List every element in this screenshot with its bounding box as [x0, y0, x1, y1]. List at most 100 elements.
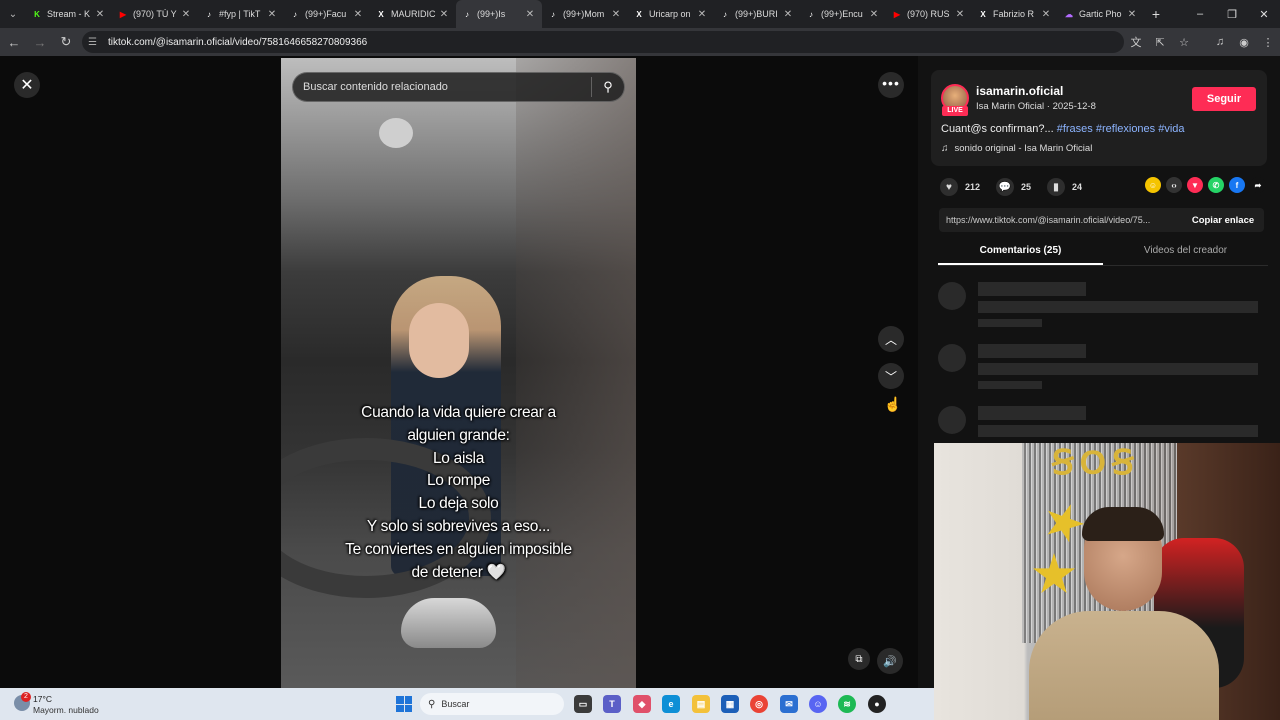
weather-widget[interactable]: 2 17°C Mayorm. nublado	[14, 692, 124, 716]
browser-tab[interactable]: ♪ (99+)BURI ✕	[714, 0, 800, 28]
restore-icon[interactable]: ❐	[1216, 0, 1248, 28]
close-tab-icon[interactable]: ✕	[696, 9, 708, 20]
comment-icon: 💬	[996, 178, 1015, 196]
reload-icon[interactable]: ↻	[54, 30, 78, 54]
hashtag-link[interactable]: #reflexiones	[1096, 123, 1155, 135]
close-tab-icon[interactable]: ✕	[1040, 9, 1052, 20]
related-search-input[interactable]	[303, 81, 591, 93]
close-tab-icon[interactable]: ✕	[782, 9, 794, 20]
site-info-icon[interactable]: ☰	[88, 37, 102, 48]
tab-label: (99+)Mom	[563, 9, 605, 19]
save-button[interactable]: ▮ 24	[1047, 178, 1082, 196]
close-tab-icon[interactable]: ✕	[180, 9, 192, 20]
browser-tab[interactable]: ▶ (970) TÚ Y ✕	[112, 0, 198, 28]
profile-icon[interactable]: ◉	[1232, 36, 1256, 49]
windows-start-icon[interactable]	[396, 696, 412, 712]
creator-card: LIVE isamarin.oficial Isa Marin Oficial …	[931, 70, 1267, 166]
browser-menu-icon[interactable]: ⋮	[1256, 36, 1280, 49]
gartic-icon: ☁	[1065, 9, 1073, 19]
follow-button[interactable]: Seguir	[1192, 87, 1256, 111]
tab-creator-videos[interactable]: Videos del creador	[1103, 244, 1268, 265]
video-player[interactable]: Cuando la vida quiere crear a alguien gr…	[281, 58, 636, 688]
creator-username[interactable]: isamarin.oficial	[976, 84, 1063, 98]
copy-link-button[interactable]: Copiar enlace	[1182, 215, 1264, 226]
tab-comments[interactable]: Comentarios (25)	[938, 244, 1103, 265]
live-badge: LIVE	[942, 106, 968, 116]
copy-link-row: https://www.tiktok.com/@isamarin.oficial…	[939, 208, 1264, 232]
close-tab-icon[interactable]: ✕	[94, 9, 106, 20]
next-video-button[interactable]: ﹀	[878, 363, 904, 389]
friends-share-icon[interactable]: ☺	[1145, 177, 1161, 193]
facebook-icon[interactable]: f	[1229, 177, 1245, 193]
browser-tab[interactable]: ☁ Gartic Pho ✕	[1058, 0, 1144, 28]
store-icon[interactable]: ▦	[721, 695, 739, 713]
share-arrow-icon[interactable]: ➦	[1250, 177, 1266, 193]
new-tab-button[interactable]: +	[1144, 6, 1168, 22]
chrome-icon[interactable]: ◎	[750, 695, 768, 713]
tab-label: Fabrizio R	[993, 9, 1035, 19]
translate-icon[interactable]: 文	[1124, 34, 1148, 50]
hashtag-link[interactable]: #vida	[1158, 123, 1184, 135]
browser-tab[interactable]: ♪ (99+)Is ✕	[456, 0, 542, 28]
tab-label: Uricarp on	[649, 9, 691, 19]
send-icon[interactable]: ▼	[1187, 177, 1203, 193]
close-tab-icon[interactable]: ✕	[1126, 9, 1138, 20]
browser-tab[interactable]: X Uricarp on ✕	[628, 0, 714, 28]
edge-icon[interactable]: e	[662, 695, 680, 713]
minimize-icon[interactable]: –	[1184, 0, 1216, 28]
browser-tab[interactable]: K Stream - K ✕	[26, 0, 112, 28]
more-options-icon[interactable]: •••	[878, 72, 904, 98]
previous-video-button[interactable]: ︿	[878, 326, 904, 352]
volume-icon[interactable]: 🔊	[877, 648, 903, 674]
tab-search-button[interactable]: ⌄	[0, 0, 26, 28]
video-description: Cuant@s confirman?... #frases #reflexion…	[941, 123, 1185, 135]
comment-button[interactable]: 💬 25	[996, 178, 1031, 196]
app-icon[interactable]: ●	[868, 695, 886, 713]
music-note-icon: ♫	[941, 143, 949, 154]
embed-icon[interactable]: ‹›	[1166, 177, 1182, 193]
address-bar[interactable]: ☰ tiktok.com/@isamarin.oficial/video/758…	[82, 31, 1124, 53]
toolbar-actions: 文 ⇱ ☆ ♫ ◉ ⋮	[1124, 28, 1280, 56]
music-link[interactable]: ♫ sonido original - Isa Marin Oficial	[941, 143, 1092, 154]
engagement-bar: ♥ 212 💬 25 ▮ 24 ☺ ‹› ▼ ✆ f ➦	[940, 177, 1270, 197]
whatsapp-icon[interactable]: ✆	[1208, 177, 1224, 193]
close-tab-icon[interactable]: ✕	[266, 9, 278, 20]
outlook-icon[interactable]: ✉	[780, 695, 798, 713]
back-icon[interactable]: ←	[2, 30, 26, 54]
browser-tab[interactable]: ♪ (99+)Mom ✕	[542, 0, 628, 28]
task-view-icon[interactable]: ▭	[574, 695, 592, 713]
close-video-button[interactable]: ✕	[14, 72, 40, 98]
browser-tab[interactable]: ♪ (99+)Encu ✕	[800, 0, 886, 28]
browser-tab[interactable]: ♪ (99+)Facu ✕	[284, 0, 370, 28]
close-tab-icon[interactable]: ✕	[524, 9, 536, 20]
close-tab-icon[interactable]: ✕	[352, 9, 364, 20]
discord-icon[interactable]: ☺	[809, 695, 827, 713]
forward-icon[interactable]: →	[28, 30, 52, 54]
file-explorer-icon[interactable]: ▤	[692, 695, 710, 713]
tab-label: Stream - K	[47, 9, 91, 19]
tab-label: MAURIDIC	[391, 9, 436, 19]
close-tab-icon[interactable]: ✕	[610, 9, 622, 20]
browser-tab[interactable]: X Fabrizio R ✕	[972, 0, 1058, 28]
install-app-icon[interactable]: ⇱	[1148, 36, 1172, 49]
taskbar-search[interactable]: ⚲ Buscar	[420, 693, 564, 715]
browser-tab[interactable]: X MAURIDIC ✕	[370, 0, 456, 28]
like-button[interactable]: ♥ 212	[940, 178, 980, 196]
media-control-icon[interactable]: ♫	[1208, 36, 1232, 48]
search-icon: ⚲	[428, 698, 436, 710]
browser-toolbar: ← → ↻ ☰ tiktok.com/@isamarin.oficial/vid…	[0, 28, 1280, 56]
close-window-icon[interactable]: ✕	[1248, 0, 1280, 28]
picture-in-picture-icon[interactable]: ⧉	[848, 648, 870, 670]
spotify-icon[interactable]: ≋	[838, 695, 856, 713]
browser-tab[interactable]: ▶ (970) RUS ✕	[886, 0, 972, 28]
bookmark-star-icon[interactable]: ☆	[1172, 36, 1196, 49]
copilot-icon[interactable]: ◆	[633, 695, 651, 713]
close-tab-icon[interactable]: ✕	[954, 9, 966, 20]
close-tab-icon[interactable]: ✕	[868, 9, 880, 20]
search-icon[interactable]: ⚲	[592, 79, 624, 95]
hashtag-link[interactable]: #frases	[1057, 123, 1093, 135]
teams-icon[interactable]: T	[603, 695, 621, 713]
browser-tab[interactable]: ♪ #fyp | TikT ✕	[198, 0, 284, 28]
close-tab-icon[interactable]: ✕	[438, 9, 450, 20]
hand-cursor-icon: ☝	[884, 396, 902, 412]
